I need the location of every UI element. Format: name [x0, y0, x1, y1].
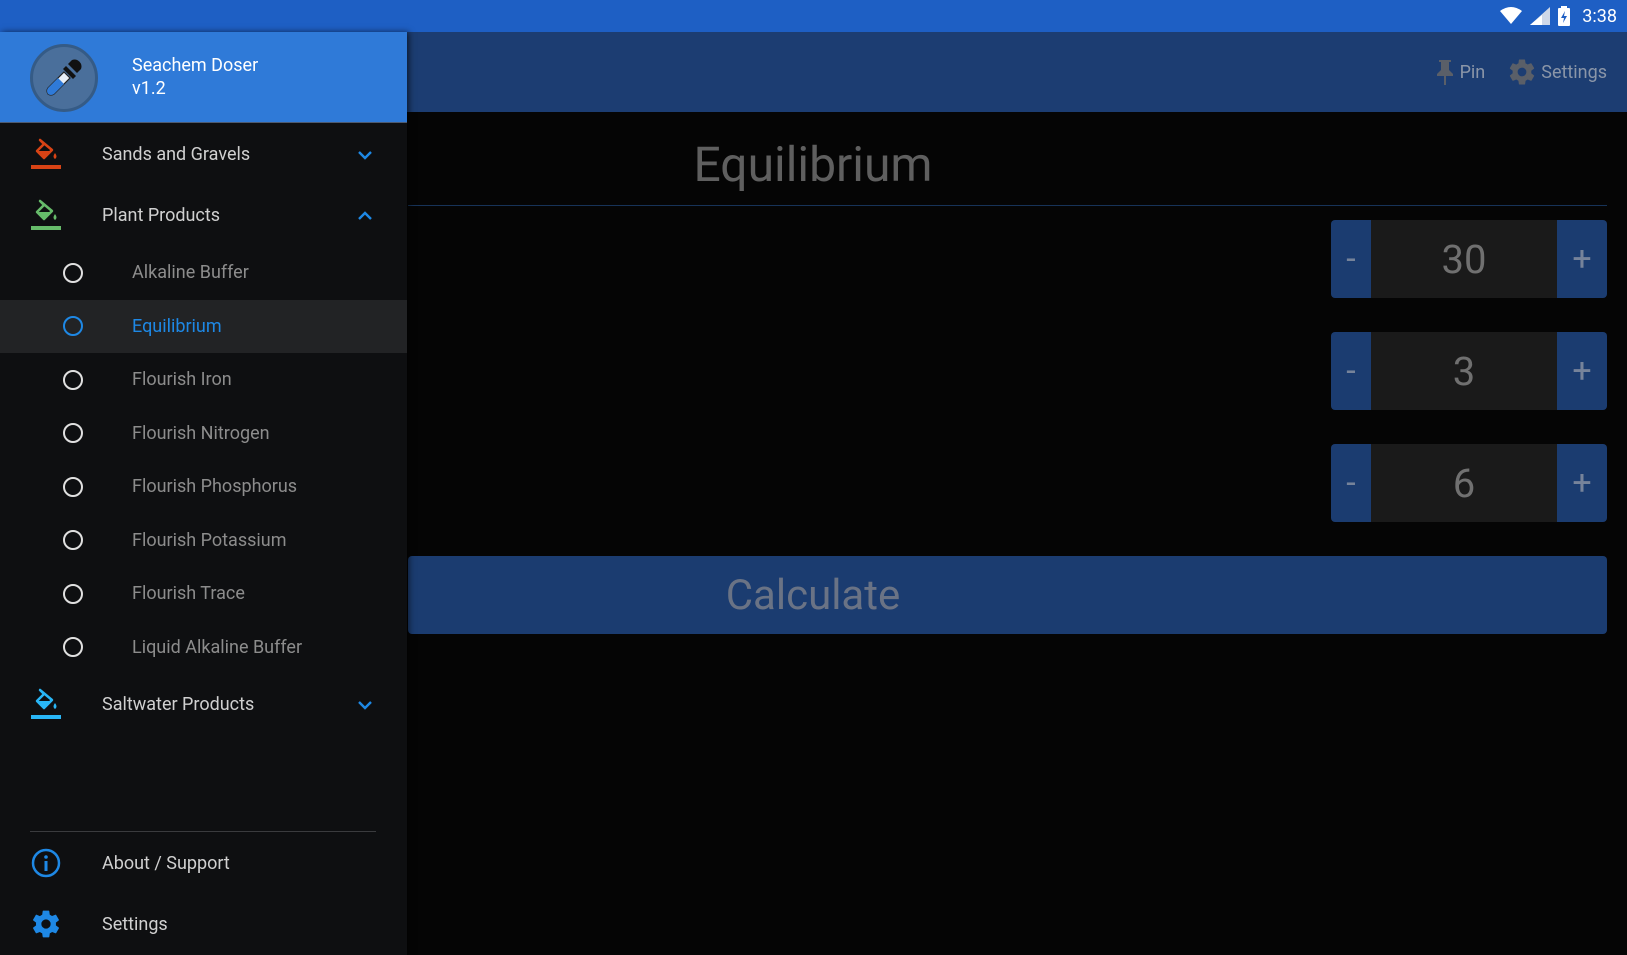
radio-circle-icon — [63, 530, 83, 551]
wifi-icon — [1500, 7, 1523, 24]
page-title: Equilibrium — [693, 136, 933, 193]
gear-icon — [1510, 59, 1535, 85]
radio-circle-icon — [63, 369, 83, 390]
chevron-up-icon — [358, 211, 372, 220]
status-time: 3:38 — [1582, 5, 1617, 27]
increment-button[interactable]: + — [1557, 220, 1607, 298]
sidebar-item-label: Flourish Potassium — [132, 529, 287, 551]
chevron-down-icon — [358, 701, 372, 710]
app-logo — [30, 44, 98, 112]
calculate-button[interactable]: Calculate — [408, 556, 1607, 634]
drawer-settings-item[interactable]: Settings — [0, 894, 407, 954]
radio-circle-icon — [63, 423, 83, 444]
settings-action-button[interactable]: Settings — [1507, 57, 1607, 87]
radio-circle-icon — [63, 262, 83, 283]
drawer-settings-label: Settings — [102, 913, 168, 935]
radio-circle-icon — [63, 583, 83, 604]
chevron-down-icon — [358, 151, 372, 160]
sidebar-item-label: Liquid Alkaline Buffer — [132, 636, 303, 658]
settings-action-label: Settings — [1541, 61, 1607, 83]
sidebar-item-label: Flourish Nitrogen — [132, 422, 270, 444]
status-bar: 3:38 — [0, 0, 1627, 32]
sidebar-item-equilibrium[interactable]: Equilibrium — [0, 299, 407, 353]
decrement-button[interactable]: - — [1331, 444, 1371, 522]
sidebar-item-label: Flourish Phosphorus — [132, 476, 298, 498]
pin-icon — [1436, 60, 1453, 85]
info-icon — [31, 848, 61, 878]
dropper-icon — [46, 59, 82, 96]
sidebar-item-label: Equilibrium — [132, 315, 222, 337]
sidebar-group-label: Saltwater Products — [102, 694, 255, 715]
sidebar-item-flourish-potassium[interactable]: Flourish Potassium — [0, 514, 407, 568]
drawer-menu: Sands and Gravels Plant Products Alkalin… — [0, 124, 407, 735]
sidebar-item-flourish-trace[interactable]: Flourish Trace — [0, 567, 407, 621]
increment-button[interactable]: + — [1557, 332, 1607, 410]
sidebar-item-label: Alkaline Buffer — [132, 262, 249, 284]
title-divider — [408, 205, 1607, 206]
signal-icon — [1530, 7, 1551, 25]
calculate-label: Calculate — [725, 570, 901, 620]
sidebar-item-liquid-alkaline-buffer[interactable]: Liquid Alkaline Buffer — [0, 621, 407, 675]
paint-bucket-icon — [31, 688, 61, 719]
drawer-divider — [30, 831, 376, 832]
app-version: v1.2 — [132, 78, 166, 99]
sidebar-item-flourish-iron[interactable]: Flourish Iron — [0, 353, 407, 407]
quantity-stepper: - 6 + — [1331, 444, 1607, 522]
about-support-label: About / Support — [102, 852, 230, 874]
sidebar-item-label: Flourish Iron — [132, 369, 232, 391]
sidebar-item-label: Flourish Trace — [132, 583, 245, 605]
radio-circle-icon — [63, 316, 83, 337]
decrement-button[interactable]: - — [1331, 332, 1371, 410]
quantity-stepper: - 3 + — [1331, 332, 1607, 410]
app-name: Seachem Doser — [132, 55, 259, 76]
sidebar-group-label: Sands and Gravels — [102, 144, 251, 165]
about-support-item[interactable]: About / Support — [0, 833, 407, 893]
paint-bucket-icon — [31, 138, 61, 169]
pin-button[interactable]: Pin — [1434, 58, 1486, 86]
paint-bucket-icon — [31, 199, 61, 230]
navigation-drawer: Seachem Doser v1.2 Sands and Gravels Pla… — [0, 32, 407, 955]
sidebar-item-flourish-nitrogen[interactable]: Flourish Nitrogen — [0, 407, 407, 461]
radio-circle-icon — [63, 476, 83, 497]
drawer-header: Seachem Doser v1.2 — [0, 32, 407, 123]
radio-circle-icon — [63, 637, 83, 658]
sidebar-group-sands-and-gravels[interactable]: Sands and Gravels — [0, 124, 407, 185]
sidebar-group-label: Plant Products — [102, 205, 221, 226]
sidebar-item-flourish-phosphorus[interactable]: Flourish Phosphorus — [0, 460, 407, 514]
battery-charging-icon — [1558, 6, 1571, 26]
increment-button[interactable]: + — [1557, 444, 1607, 522]
gear-icon — [33, 910, 59, 938]
pin-label: Pin — [1459, 61, 1486, 83]
stepper-value-input[interactable]: 6 — [1371, 444, 1557, 522]
stepper-value-input[interactable]: 3 — [1371, 332, 1557, 410]
quantity-stepper: - 30 + — [1331, 220, 1607, 298]
decrement-button[interactable]: - — [1331, 220, 1371, 298]
stepper-value-input[interactable]: 30 — [1371, 220, 1557, 298]
sidebar-group-saltwater-products[interactable]: Saltwater Products — [0, 674, 407, 735]
sidebar-group-plant-products[interactable]: Plant Products — [0, 185, 407, 246]
sidebar-item-alkaline-buffer[interactable]: Alkaline Buffer — [0, 246, 407, 300]
